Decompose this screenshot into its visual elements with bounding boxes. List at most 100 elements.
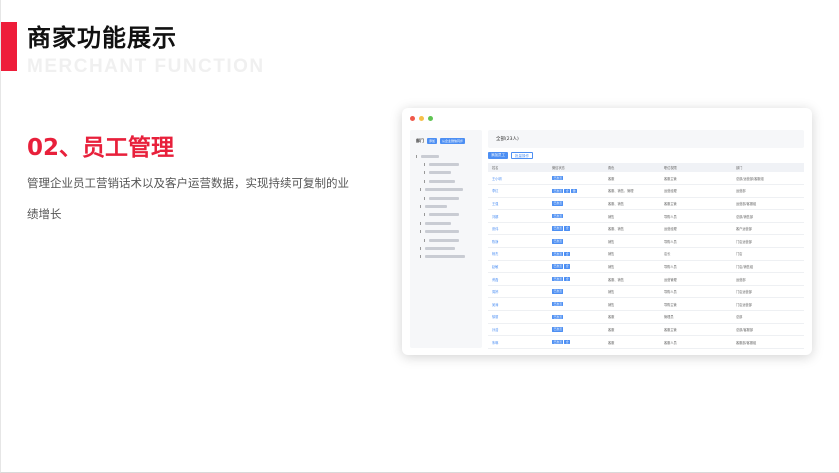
tree-item[interactable] [416,186,478,194]
column-header[interactable]: 职位权限 [660,163,732,172]
department-cell: 总部/销售部 [732,209,804,223]
department-sidebar: 部门 添加 从企业微信同步 [410,130,482,348]
table-row[interactable]: 赵敏 已激活企销售 导购人员 门店/销售组 [488,260,804,274]
table-row[interactable]: 王小明 已激活 客服 客服主管 总部/运营部/客服组 [488,172,804,186]
role-cell: 客服 [604,323,660,337]
employee-name[interactable]: 朱琳 [488,335,548,349]
status-badge: 已激活 [552,188,564,194]
column-header[interactable]: 角色 [604,163,660,172]
table-row[interactable]: 黄磊 已激活企客服、销售 运营管理 运营部 [488,272,804,286]
section-description: 管理企业员工营销话术以及客户运营数据，实现持续可复制的业绩增长 [27,176,349,221]
status-badge: 已激活 [552,239,564,244]
position-cell: 管理员 [660,310,732,324]
position-cell: 导购人员 [660,209,732,223]
employee-name[interactable]: 陈静 [488,234,548,249]
add-employee-button[interactable]: 添加员工 [488,152,508,159]
tree-item[interactable] [416,219,478,227]
position-cell: 客服人员 [660,335,732,349]
tree-item[interactable] [416,236,478,244]
maximize-dot-icon[interactable] [428,116,433,121]
status-badge: 已激活 [552,327,564,332]
employee-name[interactable]: 张伟 [488,222,548,236]
employee-name[interactable]: 赵敏 [488,260,548,274]
add-department-button[interactable]: 添加 [427,138,438,144]
sync-wecom-button[interactable]: 从企业微信同步 [440,138,466,144]
employee-name[interactable]: 吴涛 [488,297,548,312]
batch-action-button[interactable]: 批量操作 [511,152,533,159]
department-cell: 门店运营部 [732,297,804,312]
tree-item-label [429,171,451,175]
column-header[interactable]: 微信状态 [548,163,604,172]
status-badge: 企 [564,251,571,257]
tree-item-label [429,163,459,167]
department-cell: 总部 [732,310,804,324]
position-cell: 客服主管 [660,172,732,186]
tree-item-label [429,196,459,200]
tree-item[interactable] [416,177,478,185]
employee-name[interactable]: 杨杰 [488,247,548,261]
tree-item[interactable] [416,211,478,219]
employee-name[interactable]: 李红 [488,184,548,198]
sidebar-header: 部门 添加 从企业微信同步 [416,138,466,144]
caret-icon [420,230,423,234]
table-header-row: 姓名 微信状态 角色 职位权限 部门 [488,163,804,172]
position-cell: 导购人员 [660,234,732,249]
status-badge: 微 [571,188,578,194]
status-badge: 已激活 [552,251,564,257]
wechat-status-cell: 已激活 [548,172,604,186]
minimize-dot-icon[interactable] [419,116,424,121]
tree-item-label [425,246,455,250]
table-row[interactable]: 杨杰 已激活企销售 店长 门店 [488,247,804,261]
role-cell: 客服、销售、管理 [604,184,660,198]
column-header[interactable]: 部门 [732,163,804,172]
tree-item[interactable] [416,169,478,177]
employee-name[interactable]: 黄磊 [488,272,548,286]
employee-name[interactable]: 徐丽 [488,310,548,324]
tree-item[interactable] [416,244,478,252]
wechat-status-cell: 已激活 [548,209,604,223]
position-cell: 客服主管 [660,197,732,211]
department-cell: 总部/运营部/客服组 [732,172,804,186]
table-row[interactable]: 张伟 已激活企客服、销售 运营经理 客户运营部 [488,222,804,236]
employee-name[interactable]: 王小明 [488,172,548,186]
caret-icon [424,179,427,183]
tree-item-label [429,238,459,242]
table-row[interactable]: 孙浩 已激活 客服 客服主管 总部/客服部 [488,323,804,337]
caret-icon [416,154,419,158]
wechat-status-cell: 已激活 [548,323,604,337]
table-row[interactable]: 徐丽 已激活 客服 管理员 总部 [488,310,804,324]
status-badge: 已激活 [552,289,564,294]
column-header[interactable]: 姓名 [488,163,548,172]
caret-icon [420,221,423,225]
wechat-status-cell: 已激活 [548,197,604,211]
department-cell: 门店/销售组 [732,260,804,274]
page-title: 商家功能展示 [27,24,177,52]
table-row[interactable]: 吴涛 已激活 销售 导购主管 门店运营部 [488,297,804,312]
employee-name[interactable]: 周婷 [488,285,548,299]
tree-item[interactable] [416,253,478,261]
tree-item[interactable] [416,228,478,236]
wechat-status-cell: 已激活 [548,234,604,249]
status-badge: 已激活 [552,276,564,282]
role-cell: 客服 [604,335,660,349]
tree-item[interactable] [416,160,478,168]
table-row[interactable]: 周婷 已激活 销售 导购人员 门店运营部 [488,285,804,299]
employee-name[interactable]: 刘娜 [488,209,548,223]
employee-name[interactable]: 王强 [488,197,548,211]
close-dot-icon[interactable] [410,116,415,121]
status-badge: 已激活 [552,175,564,181]
tree-item[interactable] [416,194,478,202]
table-row[interactable]: 王强 已激活 客服、销售 客服主管 运营部/客服组 [488,197,804,211]
tree-item-label [429,213,459,217]
table-row[interactable]: 朱琳 已激活企客服 客服人员 客服部/客服组 [488,335,804,349]
tree-item[interactable] [416,202,478,210]
tree-item[interactable] [416,152,478,160]
table-row[interactable]: 李红 已激活企微客服、销售、管理 运营经理 运营部 [488,184,804,198]
table-row[interactable]: 刘娜 已激活 销售 导购人员 总部/销售部 [488,209,804,223]
wechat-status-cell: 已激活企 [548,222,604,236]
employee-name[interactable]: 孙浩 [488,323,548,337]
employee-toolbar: 添加员工 批量操作 [488,152,533,159]
table-row[interactable]: 陈静 已激活 销售 导购人员 门店运营部 [488,234,804,249]
status-badge: 已激活 [552,264,564,269]
status-badge: 已激活 [552,314,564,320]
